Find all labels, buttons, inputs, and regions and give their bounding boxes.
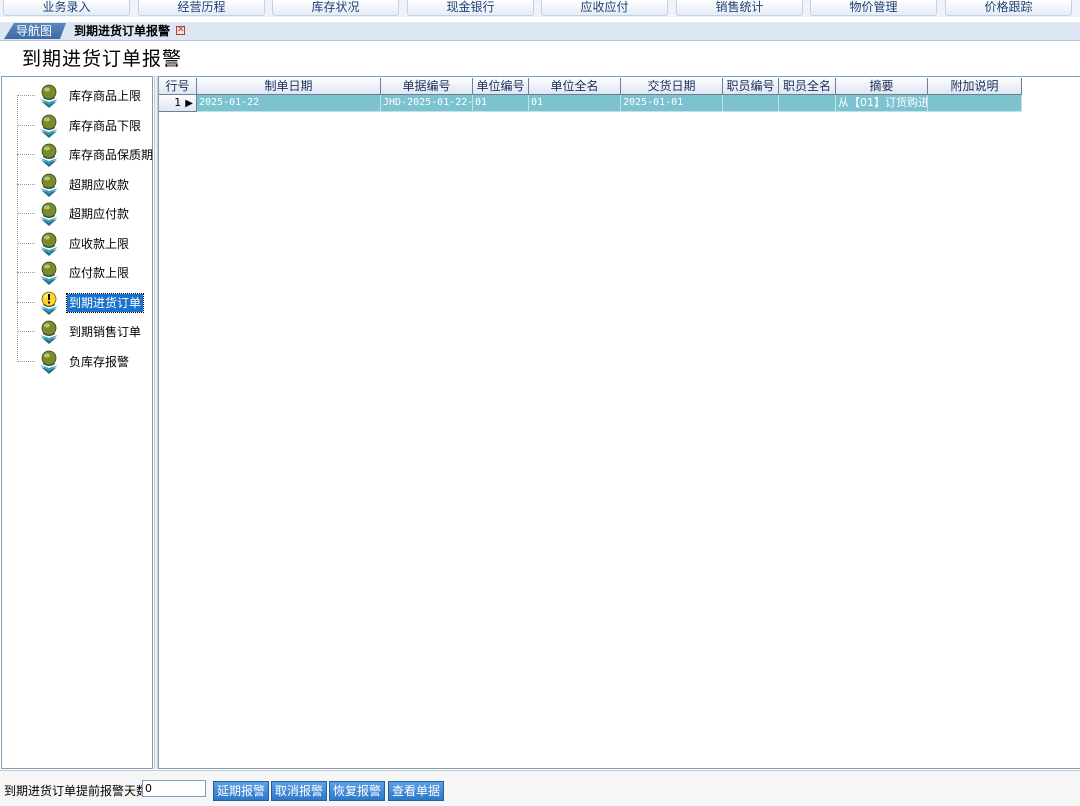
tree-item-9[interactable]: 负库存报警 [17, 348, 151, 376]
tree-item-3[interactable]: 超期应收款 [17, 171, 151, 199]
tree-item-label: 库存商品下限 [69, 118, 142, 133]
cell-bill-date[interactable]: 2025-01-22 [197, 95, 381, 112]
tab-bar: 导航图 到期进货订单报警 ✕ [0, 22, 1080, 41]
cell-summary[interactable]: 从【01】订货购进 [836, 95, 928, 112]
menu-operation-history[interactable]: 经营历程 [138, 0, 265, 16]
alarm-bell-warning-icon [40, 291, 58, 315]
alarm-bell-icon [40, 84, 58, 108]
tree-item-label: 库存商品上限 [69, 89, 142, 103]
menu-receivable-payable[interactable]: 应收应付 [541, 0, 668, 16]
alarm-days-label: 到期进货订单提前报警天数 [4, 784, 149, 798]
tree-item-1[interactable]: 库存商品下限 [17, 112, 151, 140]
alarm-bell-icon [40, 143, 58, 167]
row-number-cell: 1 ▶ [159, 95, 197, 112]
tree-item-label: 负库存报警 [69, 354, 130, 369]
tab-active-expiring-purchase-alarm[interactable]: 到期进货订单报警 [74, 23, 170, 39]
menu-sales-stats[interactable]: 销售统计 [676, 0, 803, 16]
tree-branch-line [17, 301, 35, 303]
tree-branch-line [17, 242, 35, 244]
cell-staff-no[interactable] [723, 95, 779, 112]
tree-item-label: 库存商品保质期 [69, 148, 154, 162]
tree-item-label: 超期应付款 [69, 207, 130, 221]
tree-item-label: 超期应收款 [69, 177, 130, 192]
tree-item-5[interactable]: 应收款上限 [17, 230, 151, 258]
menu-business-entry[interactable]: 业务录入 [3, 0, 130, 16]
close-tab-icon[interactable]: ✕ [176, 26, 185, 35]
grid-header: 行号 制单日期 单据编号 单位编号 单位全名 交货日期 职员编号 职员全名 摘要… [159, 78, 1022, 95]
menu-price-tracking[interactable]: 价格跟踪 [945, 0, 1072, 16]
tree-item-6[interactable]: 应付款上限 [17, 259, 151, 287]
col-summary[interactable]: 摘要 [836, 78, 928, 95]
col-note[interactable]: 附加说明 [928, 78, 1022, 95]
tree-item-8[interactable]: 到期销售订单 [17, 318, 151, 346]
menu-cash-bank[interactable]: 现金银行 [407, 0, 534, 16]
menu-price-management[interactable]: 物价管理 [810, 0, 937, 16]
alarm-bell-icon [40, 350, 58, 374]
tree-item-4[interactable]: 超期应付款 [17, 200, 151, 228]
alarm-bell-icon [40, 202, 58, 226]
top-menu: 业务录入 经营历程 库存状况 现金银行 应收应付 销售统计 物价管理 价格跟踪 [0, 0, 1080, 17]
cancel-alarm-button[interactable]: 取消报警 [271, 781, 328, 801]
menu-inventory-status[interactable]: 库存状况 [272, 0, 399, 16]
tree-branch-line [17, 183, 35, 185]
tree-branch-line [17, 213, 35, 214]
alarm-bell-icon [40, 114, 58, 138]
tree-branch-line [17, 124, 35, 126]
view-bill-button[interactable]: 查看单据 [388, 781, 445, 801]
cell-staff-name[interactable] [779, 95, 836, 112]
restore-alarm-button[interactable]: 恢复报警 [329, 781, 386, 801]
page-title: 到期进货订单报警 [22, 48, 183, 70]
cell-delivery-date[interactable]: 2025-01-01 [621, 95, 723, 112]
order-grid: 行号 制单日期 单据编号 单位编号 单位全名 交货日期 职员编号 职员全名 摘要… [158, 76, 1080, 769]
tree-item-label: 到期销售订单 [69, 325, 142, 339]
col-bill-no[interactable]: 单据编号 [381, 78, 473, 95]
col-staff-name[interactable]: 职员全名 [779, 78, 836, 95]
alarm-bell-icon [40, 173, 58, 197]
cell-unit-name[interactable]: 01 [529, 95, 621, 112]
tree-branch-line [17, 360, 35, 362]
tree-branch-line [17, 95, 35, 96]
col-delivery-date[interactable]: 交货日期 [621, 78, 723, 95]
col-unit-name[interactable]: 单位全名 [529, 78, 621, 95]
col-bill-date[interactable]: 制单日期 [197, 78, 381, 95]
tree-item-0[interactable]: 库存商品上限 [17, 82, 151, 110]
delay-alarm-button[interactable]: 延期报警 [213, 781, 270, 801]
col-unit-no[interactable]: 单位编号 [473, 78, 529, 95]
alarm-tree: 库存商品上限 库存商品下限 库存商品保质期 超期应收款超期应付款应收款上限应付款上限到… [1, 76, 153, 769]
alarm-bell-icon [40, 261, 58, 285]
alarm-days-input[interactable] [142, 780, 206, 797]
alarm-bell-icon [40, 320, 58, 344]
table-row[interactable]: 1 ▶ 2025-01-22 JHD-2025-01-22-0 01 01 202… [159, 95, 1022, 112]
row-pointer-icon: ▶ [185, 98, 193, 109]
row-number: 1 [174, 96, 182, 109]
tree-item-2[interactable]: 库存商品保质期 [17, 141, 153, 169]
bottom-toolbar: 到期进货订单提前报警天数 延期报警 取消报警 恢复报警 查看单据 [0, 770, 1080, 806]
col-staff-no[interactable]: 职员编号 [723, 78, 779, 95]
tab-navigation-map[interactable]: 导航图 [4, 23, 66, 39]
cell-note[interactable] [928, 95, 1022, 112]
tree-item-label: 应付款上限 [69, 266, 130, 280]
tree-branch-line [17, 154, 35, 155]
tree-item-label: 应收款上限 [69, 236, 130, 251]
tree-branch-line [17, 272, 35, 273]
cell-unit-no[interactable]: 01 [473, 95, 529, 112]
col-row-no[interactable]: 行号 [159, 78, 197, 95]
alarm-bell-icon [40, 232, 58, 256]
tree-item-label: 到期进货订单 [65, 292, 145, 313]
tree-item-7[interactable]: 到期进货订单 [17, 289, 151, 317]
cell-bill-no[interactable]: JHD-2025-01-22-0 [381, 95, 473, 112]
tree-branch-line [17, 331, 35, 332]
